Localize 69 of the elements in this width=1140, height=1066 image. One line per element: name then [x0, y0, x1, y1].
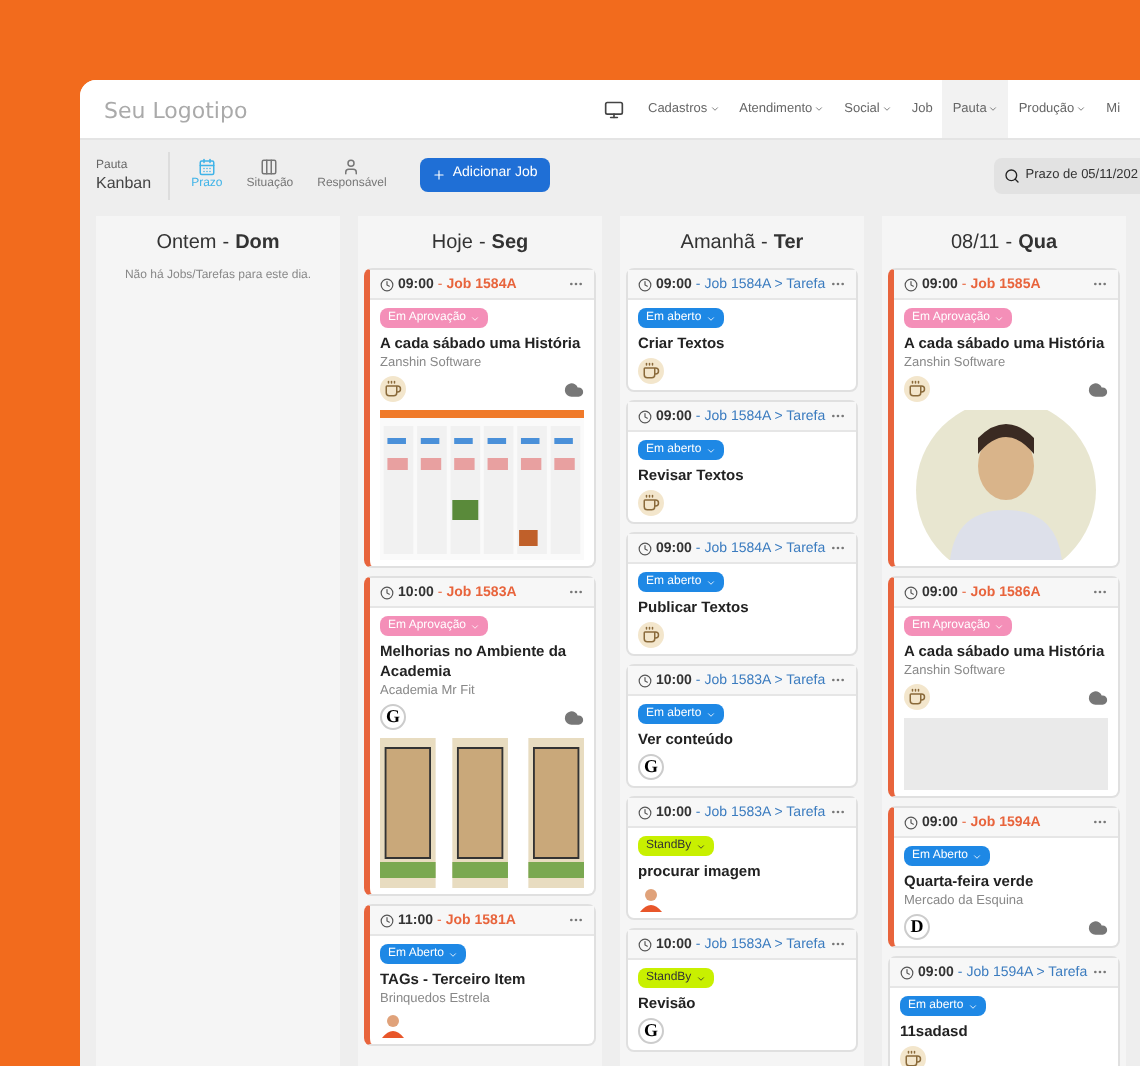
caret-icon: [705, 577, 716, 587]
weekday-label: Dom: [235, 229, 280, 257]
weekday-label: Seg: [491, 229, 529, 257]
separator: -: [761, 229, 768, 257]
caret-icon: [470, 621, 481, 631]
separator: -: [1005, 229, 1013, 257]
coffee-avatar: [638, 622, 664, 648]
caret-icon: [994, 621, 1005, 631]
clock-icon: [904, 277, 918, 291]
letter-avatar: D: [904, 914, 930, 940]
weekday-label: Qua: [1018, 229, 1058, 257]
coffee-avatar: [904, 376, 930, 402]
day-label: 08/11: [950, 229, 1000, 257]
page-title: Kanban: [96, 173, 152, 193]
clock-icon: [638, 409, 652, 423]
letter-avatar: G: [638, 754, 664, 780]
user-icon: [342, 158, 361, 176]
coffee-avatar: [638, 358, 664, 384]
coffee-avatar: [904, 684, 930, 710]
clock-icon: [638, 277, 652, 291]
caret-icon: [695, 973, 706, 983]
cloud-icon: [564, 379, 584, 399]
clock-icon: [900, 965, 914, 979]
caret-icon: [814, 104, 825, 114]
cloud-icon: [1088, 687, 1108, 707]
caret-icon: [709, 104, 720, 114]
day-label: Hoje: [431, 229, 473, 257]
letter-avatar: G: [638, 1018, 664, 1044]
columns-icon: [260, 158, 279, 176]
caret-icon: [448, 949, 459, 959]
caret-icon: [695, 841, 706, 851]
cloud-icon: [1088, 917, 1108, 937]
caret-icon: [988, 104, 999, 114]
person-avatar: [380, 1012, 406, 1038]
caret-icon: [972, 851, 983, 861]
cloud-icon: [564, 707, 584, 727]
search-icon: [1003, 167, 1020, 183]
caret-icon: [881, 104, 892, 114]
caret-icon: [994, 313, 1005, 323]
clock-icon: [380, 585, 394, 599]
weekday-label: Ter: [773, 229, 804, 257]
letter-avatar: G: [380, 704, 406, 730]
coffee-avatar: [638, 490, 664, 516]
caret-icon: [967, 1001, 978, 1011]
coffee-avatar: [900, 1046, 926, 1066]
separator: -: [222, 229, 230, 257]
clock-icon: [638, 541, 652, 555]
caret-icon: [705, 709, 716, 719]
monitor-icon[interactable]: [604, 99, 624, 119]
clock-icon: [904, 815, 918, 829]
coffee-avatar: [380, 376, 406, 402]
caret-icon: [705, 313, 716, 323]
caret-icon: [705, 445, 716, 455]
clock-icon: [638, 805, 652, 819]
caret-icon: [470, 313, 481, 323]
caret-icon: [1076, 104, 1087, 114]
clock-icon: [638, 937, 652, 951]
clock-icon: [904, 585, 918, 599]
logo-text: Seu Logotipo: [104, 97, 248, 123]
clock-icon: [380, 277, 394, 291]
separator: -: [478, 229, 486, 257]
cloud-icon: [1088, 379, 1108, 399]
clock-icon: [380, 913, 394, 927]
day-label: Amanhã: [680, 229, 756, 257]
person-avatar: [638, 886, 664, 912]
day-label: Ontem: [156, 229, 217, 257]
calendar-icon: [197, 158, 216, 176]
clock-icon: [638, 673, 652, 687]
plus-icon: [432, 168, 447, 182]
